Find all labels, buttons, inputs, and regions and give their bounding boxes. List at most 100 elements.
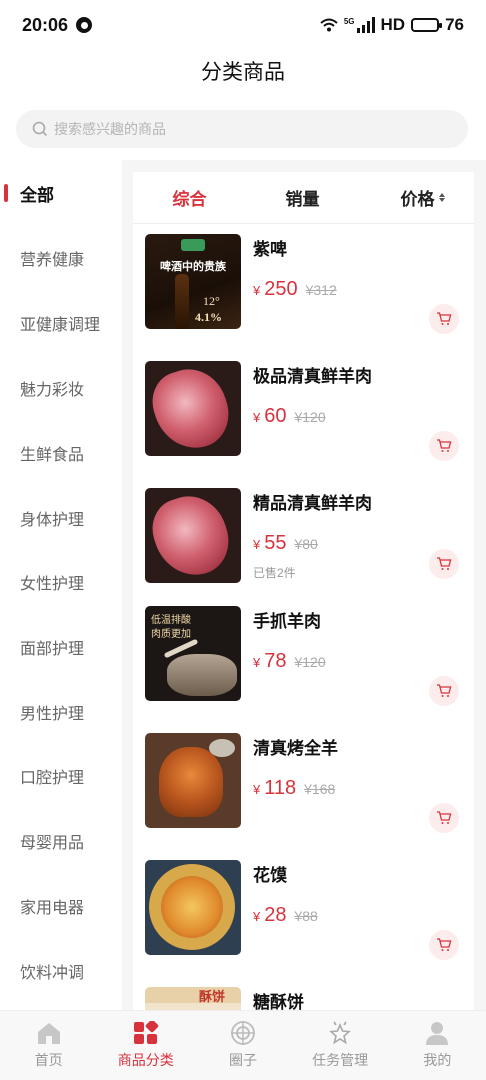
product-image-huamo — [145, 860, 241, 955]
product-image-lamb — [145, 361, 241, 456]
sidebar-item-female-care[interactable]: 女性护理 — [0, 562, 122, 602]
tab-label: 首页 — [34, 1052, 63, 1068]
tab-category[interactable]: 商品分类 — [97, 1011, 194, 1080]
sort-bar: 综合 销量 价格 — [133, 172, 474, 224]
beer-bottle-icon — [175, 274, 189, 329]
sidebar-item-label: 饮料冲调 — [20, 965, 85, 982]
price-current: 55 — [264, 532, 287, 554]
task-star-icon — [329, 1021, 352, 1045]
sidebar-item-facial-care[interactable]: 面部护理 — [0, 627, 122, 667]
image-caption: 肉质更加 — [151, 629, 191, 640]
product-name: 精品清真鲜羊肉 — [253, 494, 372, 513]
status-left: 20:06 — [22, 15, 93, 36]
wifi-icon — [320, 18, 338, 32]
sidebar-item-label: 女性护理 — [20, 576, 85, 593]
sidebar-item-fresh-food[interactable]: 生鲜食品 — [0, 433, 122, 473]
product-name: 手抓羊肉 — [253, 612, 321, 631]
sidebar-item-appliances[interactable]: 家用电器 — [0, 886, 122, 926]
image-caption: 12° — [203, 294, 220, 308]
sort-tab-price[interactable]: 价格 — [359, 185, 472, 210]
product-price: ¥60 ¥120 — [253, 405, 326, 428]
sidebar-item-baby[interactable]: 母婴用品 — [0, 821, 122, 861]
tab-profile[interactable]: 我的 — [389, 1011, 486, 1080]
sidebar-item-subhealth[interactable]: 亚健康调理 — [0, 303, 122, 343]
product-card[interactable]: 清真烤全羊 ¥118 ¥168 — [133, 733, 474, 860]
sidebar-item-body-care[interactable]: 身体护理 — [0, 498, 122, 538]
image-caption: 啤酒中的贵族 — [160, 261, 226, 273]
cart-icon — [437, 312, 452, 325]
bottom-tab-bar: 首页 商品分类 圈子 任务管理 我的 — [0, 1010, 486, 1080]
tab-home[interactable]: 首页 — [0, 1011, 97, 1080]
sidebar-item-label: 家用电器 — [20, 900, 85, 917]
tab-task-management[interactable]: 任务管理 — [292, 1011, 389, 1080]
sidebar-item-label: 口腔护理 — [20, 770, 85, 787]
page-title: 分类商品 — [201, 61, 285, 84]
add-to-cart-button[interactable] — [429, 803, 459, 833]
sidebar-item-male-care[interactable]: 男性护理 — [0, 692, 122, 732]
sort-tab-label: 综合 — [172, 190, 207, 209]
product-name: 紫啤 — [253, 240, 287, 259]
product-card[interactable]: 低温排酸 肉质更加 手抓羊肉 ¥78 ¥120 — [133, 606, 474, 733]
category-sidebar: 全部 营养健康 亚健康调理 魅力彩妆 生鲜食品 身体护理 女性护理 面部护理 男… — [0, 160, 122, 1010]
roast-lamb-icon — [159, 747, 223, 817]
add-to-cart-button[interactable] — [429, 676, 459, 706]
product-card[interactable]: 啤酒中的贵族 12° 4.1% 紫啤 ¥250 ¥312 — [133, 234, 474, 361]
currency-symbol: ¥ — [253, 283, 261, 298]
add-to-cart-button[interactable] — [429, 930, 459, 960]
image-caption: 4.1% — [195, 310, 222, 324]
product-image-hand-lamb: 低温排酸 肉质更加 — [145, 606, 241, 701]
sidebar-item-all[interactable]: 全部 — [0, 173, 122, 213]
add-to-cart-button[interactable] — [429, 431, 459, 461]
sidebar-item-label: 亚健康调理 — [20, 317, 101, 334]
search-bar[interactable] — [16, 110, 468, 148]
app-notification-icon — [76, 17, 93, 33]
price-current: 78 — [264, 650, 287, 672]
meat-icon — [167, 654, 237, 696]
battery-percent: 76 — [445, 15, 464, 34]
price-current: 250 — [264, 278, 298, 300]
add-to-cart-button[interactable] — [429, 549, 459, 579]
image-banner — [145, 987, 241, 1003]
price-original: ¥88 — [294, 908, 318, 924]
price-original: ¥168 — [304, 781, 336, 797]
product-price: ¥55 ¥80 — [253, 532, 318, 555]
cart-icon — [437, 684, 452, 697]
currency-symbol: ¥ — [253, 655, 261, 670]
huamo-bread-icon — [161, 876, 223, 938]
product-image-sugar-cake: 酥饼 — [145, 987, 241, 1010]
price-original: ¥312 — [305, 282, 337, 298]
image-caption: 酥饼 — [199, 989, 226, 1004]
product-price: ¥78 ¥120 — [253, 650, 326, 673]
network-type: 5G — [343, 17, 355, 26]
product-price: ¥250 ¥312 — [253, 278, 337, 301]
sidebar-item-label: 母婴用品 — [20, 835, 85, 852]
product-card[interactable]: 酥饼 糖酥饼 — [133, 987, 474, 1010]
product-card[interactable]: 花馍 ¥28 ¥88 — [133, 860, 474, 987]
sidebar-item-label: 魅力彩妆 — [20, 382, 85, 399]
hd-indicator: HD — [380, 15, 406, 34]
sort-tab-sales[interactable]: 销量 — [246, 185, 359, 210]
add-to-cart-button[interactable] — [429, 304, 459, 334]
tab-circle[interactable]: 圈子 — [194, 1011, 291, 1080]
product-card[interactable]: 极品清真鲜羊肉 ¥60 ¥120 — [133, 361, 474, 488]
product-panel: 综合 销量 价格 啤酒中的贵族 12° 4.1% 紫啤 ¥250 ¥312 极品清… — [133, 172, 474, 1010]
price-current: 28 — [264, 904, 287, 926]
product-image-lamb — [145, 488, 241, 583]
product-name: 花馍 — [253, 866, 287, 885]
search-input[interactable] — [54, 121, 434, 137]
sidebar-item-oral-care[interactable]: 口腔护理 — [0, 756, 122, 796]
currency-symbol: ¥ — [253, 782, 261, 797]
sidebar-item-beverages[interactable]: 饮料冲调 — [0, 951, 122, 991]
product-image-roast-lamb — [145, 733, 241, 828]
sort-tab-label: 销量 — [285, 190, 320, 209]
sidebar-item-nutrition[interactable]: 营养健康 — [0, 238, 122, 278]
sidebar-item-label: 男性护理 — [20, 706, 85, 723]
sidebar-item-label: 面部护理 — [20, 641, 85, 658]
sidebar-item-makeup[interactable]: 魅力彩妆 — [0, 368, 122, 408]
brand-logo-icon — [181, 239, 205, 251]
profile-icon — [426, 1022, 449, 1045]
meat-icon — [145, 488, 238, 583]
sort-tab-overall[interactable]: 综合 — [133, 185, 246, 210]
status-bar: 20:06 5G HD 76 — [0, 0, 486, 50]
product-card[interactable]: 精品清真鲜羊肉 ¥55 ¥80 已售2件 — [133, 488, 474, 615]
